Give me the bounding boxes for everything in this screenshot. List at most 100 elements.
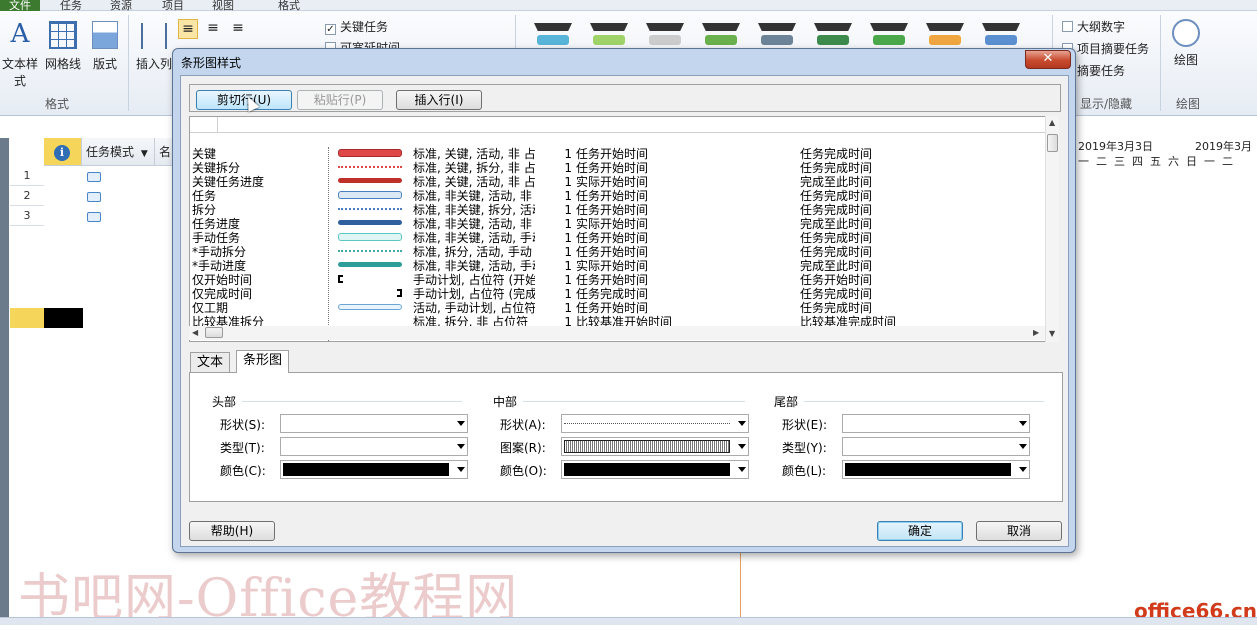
bar-appearance (338, 191, 402, 200)
selected-cell[interactable] (44, 308, 83, 328)
middle-shape-select[interactable] (561, 414, 749, 433)
view-bar[interactable] (0, 138, 9, 618)
weekday-label: 四 (1132, 155, 1150, 168)
cancel-button[interactable]: 取消 (976, 521, 1062, 541)
from-value: 任务完成时间 (576, 287, 649, 301)
start-shape-select[interactable] (280, 414, 468, 433)
from-value: 任务开始时间 (576, 161, 649, 175)
middle-color-select[interactable] (561, 460, 749, 479)
scroll-thumb[interactable] (205, 327, 223, 338)
bar-preview (338, 304, 402, 310)
bar-appearance (338, 219, 402, 228)
status-bar (0, 617, 1257, 625)
table-row[interactable]: 手动任务 标准, 非关键, 活动, 手动 1 任务开始时间 任务完成时间 (190, 231, 1040, 245)
gallery-cap-icon (590, 23, 628, 31)
insert-row-button[interactable]: 插入行(I) (396, 90, 482, 110)
table-row[interactable]: 仅完成时间 手动计划, 占位符 (完成 1 任务完成时间 任务完成时间 (190, 287, 1040, 301)
section-end-label: 尾部 (774, 395, 799, 409)
show-for-tasks: 标准, 拆分, 活动, 手动 (413, 245, 532, 259)
bar-preview (338, 191, 402, 199)
tab-bars[interactable]: 条形图 (236, 350, 290, 373)
table-row[interactable]: *手动拆分 标准, 拆分, 活动, 手动 1 任务开始时间 任务完成时间 (190, 245, 1040, 259)
paste-row-button[interactable]: 粘贴行(P) (297, 90, 383, 110)
gallery-bar-icon[interactable] (761, 35, 793, 45)
tab-text[interactable]: 文本 (190, 352, 231, 372)
bar-preview (338, 250, 402, 252)
gallery-bar-icon[interactable] (817, 35, 849, 45)
chevron-down-icon[interactable]: ▼ (141, 149, 148, 159)
align-center-button[interactable]: ≡ (203, 19, 223, 39)
gallery-bar-icon[interactable] (929, 35, 961, 45)
bar-preview (338, 220, 402, 225)
gallery-bar-icon[interactable] (705, 35, 737, 45)
insert-column-button[interactable]: 插入列 (134, 19, 174, 72)
task-mode-column-header[interactable]: 任务模式 ▼ (82, 138, 155, 166)
layout-button[interactable]: 版式 (88, 19, 122, 72)
group-label-format: 格式 (45, 97, 70, 111)
end-type-select[interactable] (842, 437, 1030, 456)
gallery-bar-icon[interactable] (593, 35, 625, 45)
from-value: 实际开始时间 (576, 175, 649, 189)
bar-appearance (338, 205, 402, 214)
table-row[interactable]: 任务进度 标准, 非关键, 活动, 非 1 实际开始时间 完成至此时间 (190, 217, 1040, 231)
table-row[interactable]: 仅工期 活动, 手动计划, 占位符 1 任务开始时间 任务完成时间 (190, 301, 1040, 315)
vertical-scrollbar[interactable]: ▲ ▼ (1045, 116, 1059, 342)
gallery-bar-icon[interactable] (873, 35, 905, 45)
scroll-up-icon[interactable]: ▲ (1049, 118, 1055, 127)
bar-appearance (338, 163, 402, 172)
gallery-bar-icon[interactable] (985, 35, 1017, 45)
name-header-label: 名 (159, 145, 172, 159)
outline-number-checkbox[interactable]: 大纲数字 (1062, 18, 1125, 35)
row-value: 1 (564, 217, 572, 231)
gallery-bar-icon[interactable] (649, 35, 681, 45)
drawing-button[interactable]: 绘图 (1168, 17, 1204, 68)
table-row[interactable]: 拆分 标准, 非关键, 拆分, 活动 1 任务开始时间 任务完成时间 (190, 203, 1040, 217)
tab-file[interactable]: 文件 (0, 0, 40, 12)
bar-styles-table[interactable]: 关键 标准, 关键, 活动, 非 占 1 任务开始时间 任务完成时间 关键拆分 标准, 关键… (189, 116, 1053, 342)
scroll-thumb[interactable] (1047, 134, 1058, 152)
style-name: 拆分 (192, 203, 217, 217)
style-name: 仅开始时间 (192, 273, 253, 287)
show-for-tasks: 标准, 非关键, 拆分, 活动 (413, 203, 535, 217)
scroll-down-icon[interactable]: ▼ (1049, 329, 1055, 338)
critical-tasks-checkbox[interactable]: ✓ 关键任务 (325, 18, 388, 35)
text-styles-button[interactable]: A 文本样式 (0, 19, 40, 89)
start-type-select[interactable] (280, 437, 468, 456)
middle-color-label: 颜色(O): (500, 464, 547, 478)
indicator-column-header[interactable]: i (44, 138, 82, 166)
scroll-right-icon[interactable]: ▶ (1033, 328, 1039, 337)
gallery-bar-icon[interactable] (537, 35, 569, 45)
table-row[interactable]: 任务 标准, 非关键, 活动, 非 1 任务开始时间 任务完成时间 (190, 189, 1040, 203)
end-color-label: 颜色(L): (782, 464, 827, 478)
ok-button[interactable]: 确定 (877, 521, 963, 541)
table-row[interactable]: 关键拆分 标准, 关键, 拆分, 非 占 1 任务开始时间 任务完成时间 (190, 161, 1040, 175)
row-number[interactable]: 1 (10, 166, 44, 186)
end-shape-select[interactable] (842, 414, 1030, 433)
align-right-button[interactable]: ≡ (228, 19, 248, 39)
help-button[interactable]: 帮助(H) (189, 521, 275, 541)
task-mode-header-label: 任务模式 (86, 145, 135, 159)
selected-row-number[interactable] (10, 308, 44, 328)
group-label-show-hide: 显示/隐藏 (1080, 97, 1133, 111)
table-row[interactable]: 关键 标准, 关键, 活动, 非 占 1 任务开始时间 任务完成时间 (190, 147, 1040, 161)
align-left-button[interactable]: ≡ (178, 19, 198, 39)
row-number[interactable]: 3 (10, 206, 44, 226)
close-button[interactable]: ✕ (1025, 50, 1071, 69)
show-for-tasks: 标准, 非关键, 活动, 非 (413, 189, 532, 203)
to-value: 任务完成时间 (800, 245, 873, 259)
row-number[interactable]: 2 (10, 186, 44, 206)
style-name: *手动拆分 (192, 245, 247, 259)
gridlines-button[interactable]: 网格线 (44, 19, 82, 72)
scroll-left-icon[interactable]: ◀ (192, 328, 198, 337)
table-row[interactable]: 仅开始时间 手动计划, 占位符 (开始 1 任务开始时间 任务开始时间 (190, 273, 1040, 287)
horizontal-scrollbar[interactable]: ◀ ▶ (189, 326, 1045, 340)
show-for-tasks: 标准, 非关键, 活动, 非 (413, 217, 532, 231)
table-row[interactable]: 关键任务进度 标准, 关键, 活动, 非 占 1 实际开始时间 完成至此时间 (190, 175, 1040, 189)
table-row[interactable]: *手动进度 标准, 非关键, 活动, 手动 1 实际开始时间 完成至此时间 (190, 259, 1040, 273)
gallery-cap-icon (758, 23, 796, 31)
style-name: 手动任务 (192, 231, 241, 245)
middle-pattern-select[interactable] (561, 437, 749, 456)
end-color-select[interactable] (842, 460, 1030, 479)
row-value: 1 (564, 189, 572, 203)
start-color-select[interactable] (280, 460, 468, 479)
